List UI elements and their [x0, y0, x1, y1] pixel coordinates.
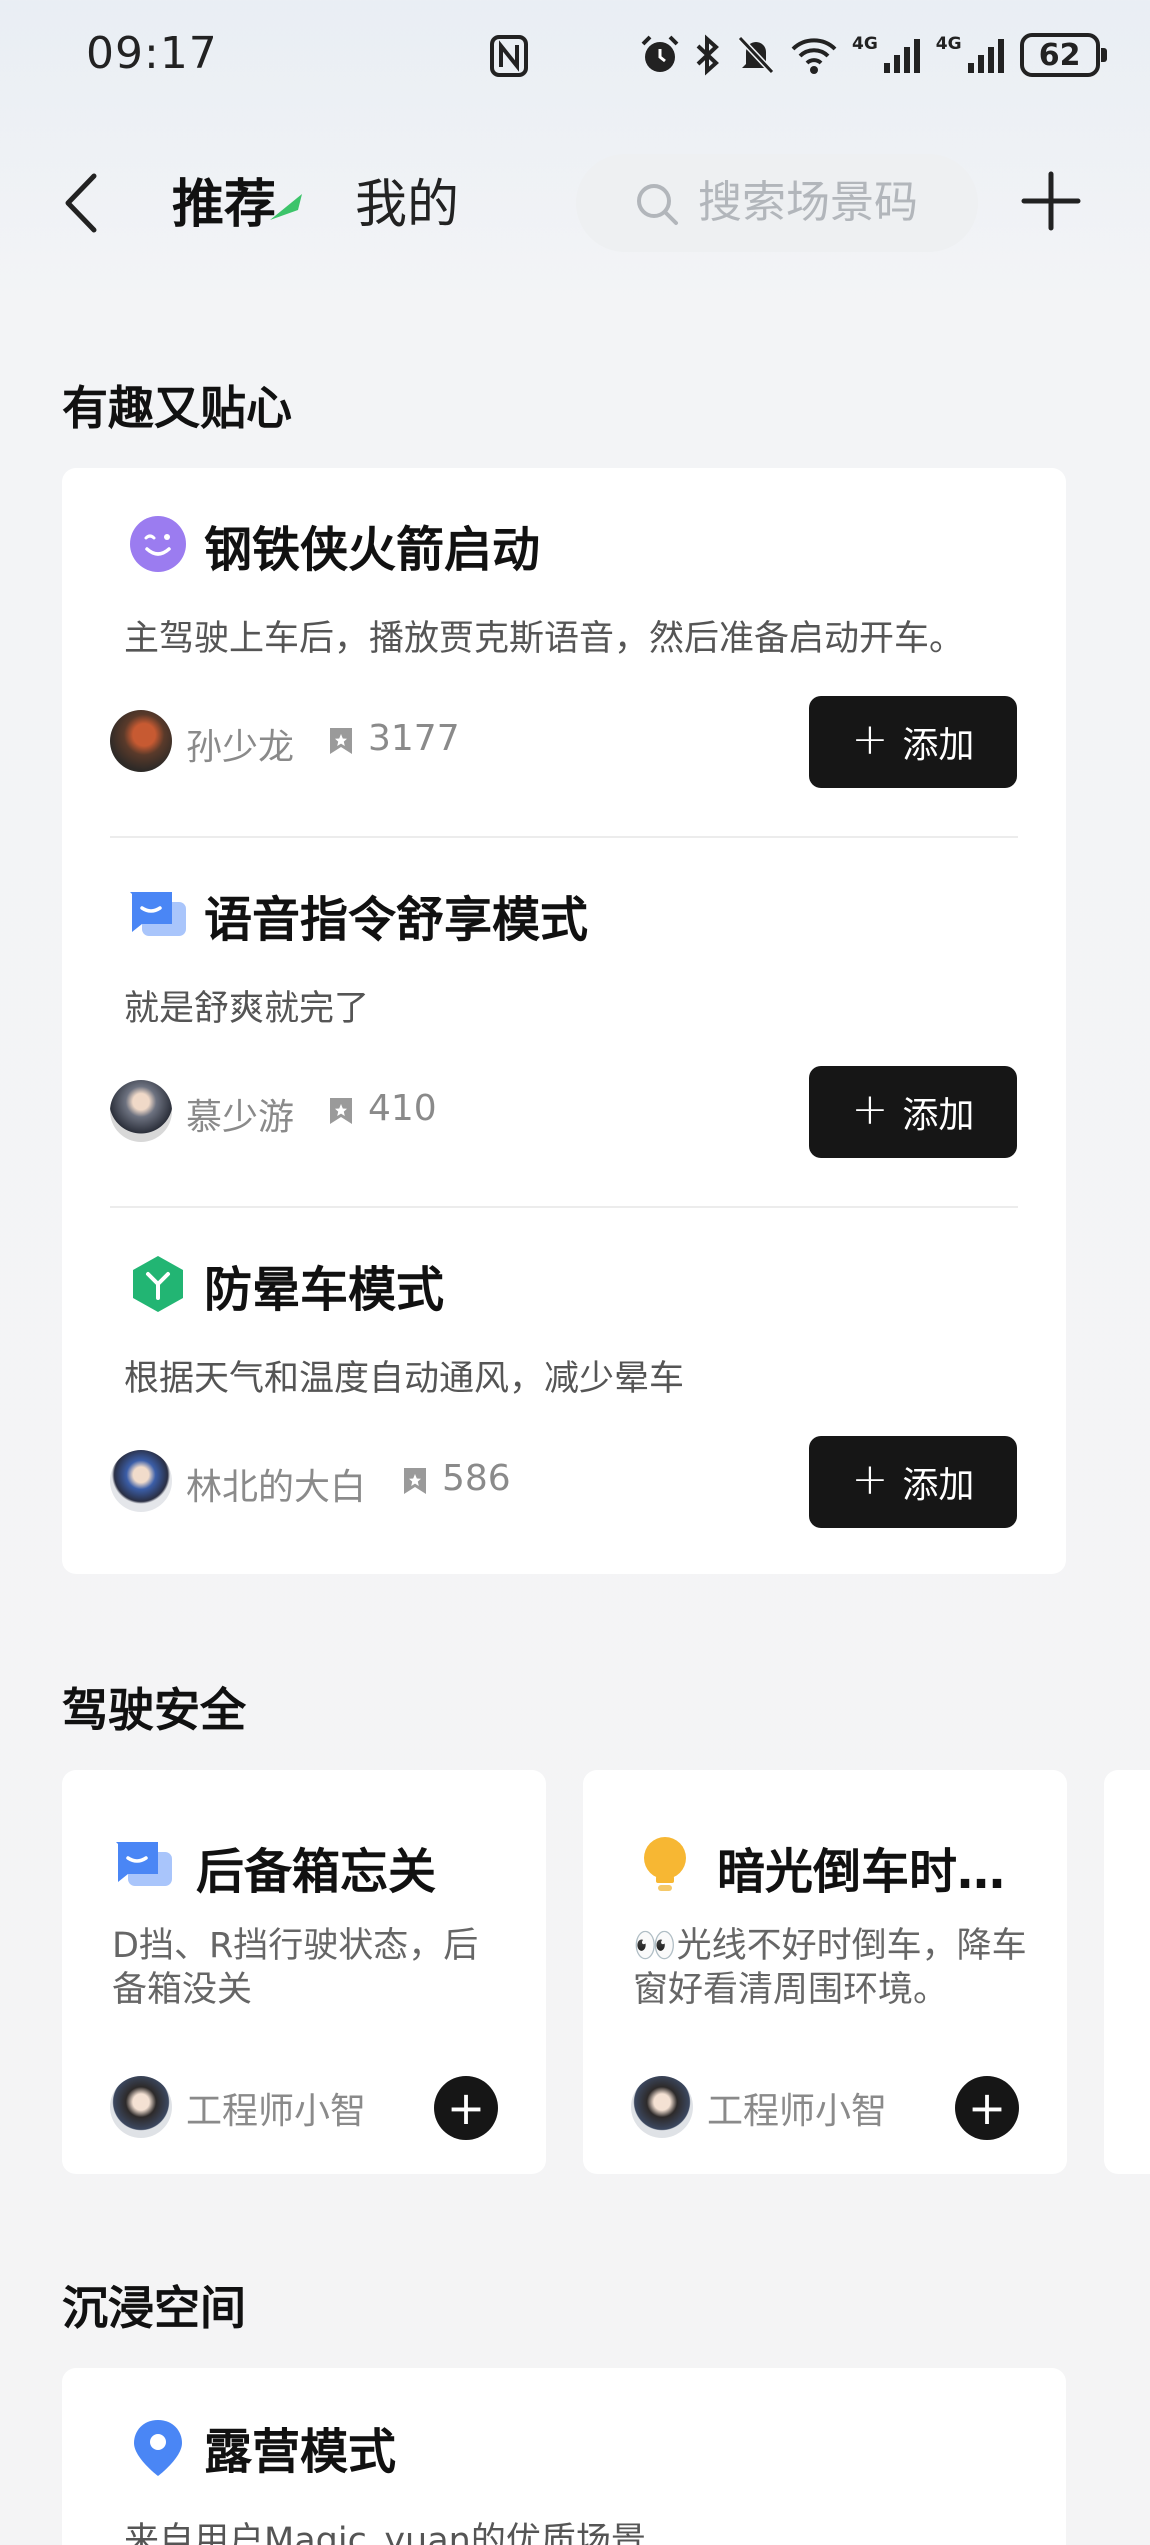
plus-icon: + [967, 2081, 1007, 2135]
smile-wink-icon [130, 516, 186, 572]
signal-icon [883, 39, 920, 73]
scene-card[interactable]: 后备箱忘关 D挡、R挡行驶状态，后备箱没关 工程师小智 + [62, 1770, 546, 2174]
search-icon [637, 184, 678, 225]
bookmark-icon [404, 1468, 426, 1494]
search-input[interactable]: 搜索场景码 [576, 154, 978, 252]
mute-icon [737, 35, 775, 75]
scene-title: 语音指令舒享模式 [204, 892, 589, 948]
lightbulb-icon [644, 1837, 686, 1891]
author-name: 工程师小智 [707, 2091, 888, 2132]
tab-recommend[interactable]: 推荐 [172, 170, 276, 240]
plus-icon: + [851, 1454, 889, 1505]
chat-bubble-icon [116, 1842, 172, 1886]
bluetooth-icon [696, 34, 719, 76]
plus-icon: + [851, 1084, 889, 1135]
nfc-icon [490, 35, 528, 77]
favorite-count: 410 [368, 1088, 437, 1129]
add-button[interactable]: + [434, 2076, 498, 2140]
scene-title: 暗光倒车时… [717, 1844, 1006, 1900]
favorite-count: 3177 [368, 718, 460, 759]
search-placeholder: 搜索场景码 [698, 177, 918, 228]
avatar [110, 2076, 172, 2138]
scene-description: D挡、R挡行驶状态，后备箱没关 [112, 1926, 479, 2010]
section-title-immersive: 沉浸空间 [62, 2281, 246, 2335]
plus-icon: + [446, 2081, 486, 2135]
network-type-1: 4G [852, 34, 878, 54]
scene-list-card: 钢铁侠火箭启动 主驾驶上车后，播放贾克斯语音，然后准备启动开车。 孙少龙 317… [62, 468, 1066, 1574]
status-time: 09:17 [86, 28, 218, 79]
hexagon-y-icon [133, 1256, 183, 1312]
scene-card[interactable]: 暗光倒车时… 👀光线不好时倒车，降车窗好看清周围环境。 工程师小智 + [583, 1770, 1067, 2174]
wifi-icon [791, 38, 837, 74]
tab-mine[interactable]: 我的 [355, 170, 459, 240]
scene-description: 根据天气和温度自动通风，减少晕车 [124, 1359, 685, 1399]
battery-icon: 62 [1019, 33, 1107, 77]
bookmark-icon [330, 1098, 352, 1124]
divider [110, 836, 1018, 838]
status-bar: 09:17 4G 4G 62 [0, 0, 1150, 110]
scene-title: 防晕车模式 [204, 1262, 445, 1318]
scene-title: 露营模式 [204, 2424, 397, 2480]
scene-title: 钢铁侠火箭启动 [204, 522, 541, 578]
scene-description: 就是舒爽就完了 [124, 989, 370, 1029]
author-name: 慕少游 [186, 1097, 295, 1138]
add-button-label: 添加 [902, 1465, 975, 1506]
scene-description: 👀光线不好时倒车，降车窗好看清周围环境。 [633, 1926, 1027, 2010]
scene-title: 后备箱忘关 [196, 1844, 437, 1900]
bookmark-icon [330, 728, 352, 754]
avatar [110, 1450, 172, 1512]
add-button[interactable]: + [955, 2076, 1019, 2140]
scene-description: 主驾驶上车后，播放贾克斯语音，然后准备启动开车。 [124, 619, 965, 659]
section-title-fun: 有趣又贴心 [62, 381, 292, 435]
author-name: 工程师小智 [186, 2091, 367, 2132]
author-name: 林北的大白 [186, 1467, 367, 1508]
author-name: 孙少龙 [186, 727, 295, 768]
alarm-icon [641, 35, 679, 72]
add-button-label: 添加 [902, 1095, 975, 1136]
status-icons: 4G 4G 62 [640, 30, 1107, 80]
add-button[interactable]: + 添加 [809, 1066, 1017, 1158]
avatar [110, 710, 172, 772]
battery-level: 62 [1038, 37, 1081, 73]
scene-description: 来自用户Magic_yuan的优质场景 [124, 2521, 646, 2545]
add-button[interactable]: + 添加 [809, 696, 1017, 788]
scene-card-peek[interactable] [1104, 1770, 1150, 2174]
active-tab-indicator [270, 194, 302, 220]
section-title-safety: 驾驶安全 [62, 1683, 246, 1737]
avatar [631, 2076, 693, 2138]
signal-icon [967, 39, 1004, 73]
favorite-count: 586 [442, 1458, 511, 1499]
network-type-2: 4G [935, 34, 962, 54]
scene-list-card: 露营模式 来自用户Magic_yuan的优质场景 [62, 2368, 1066, 2545]
back-arrow-icon[interactable] [58, 170, 108, 236]
avatar [110, 1080, 172, 1142]
plus-icon: + [851, 714, 889, 765]
chat-bubble-icon [130, 892, 186, 936]
location-pin-icon [134, 2420, 182, 2476]
add-scene-button[interactable] [1020, 170, 1082, 232]
add-button[interactable]: + 添加 [809, 1436, 1017, 1528]
divider [110, 1206, 1018, 1208]
add-button-label: 添加 [902, 725, 975, 766]
